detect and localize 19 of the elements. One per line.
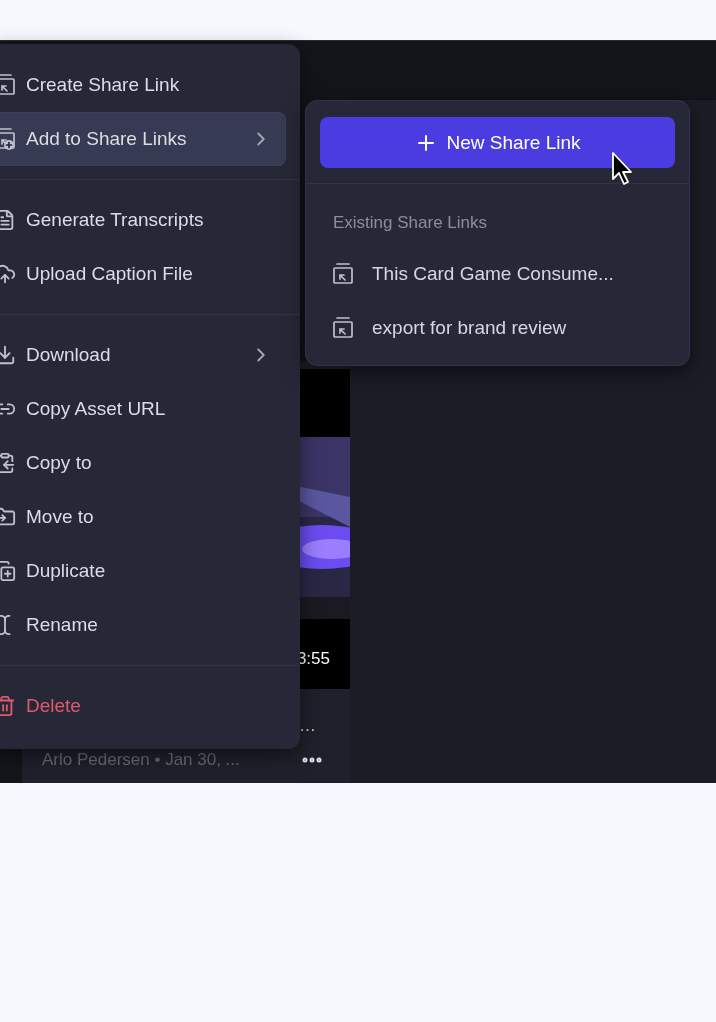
delete-icon [0,695,16,717]
menu-item[interactable]: Add to Share Links [0,112,286,166]
upload-icon [0,263,16,285]
asset-meta: Arlo Pedersen • Jan 30, ... [42,750,240,770]
share-link-item[interactable]: export for brand review [320,301,675,355]
mouse-pointer-icon [611,151,635,187]
share-link-icon [0,73,16,97]
asset-title: … [299,716,316,736]
new-share-link-button[interactable]: New Share Link [320,117,675,168]
share-link-item[interactable]: This Card Game Consume... [320,247,675,301]
share-link-icon [332,262,354,286]
share-link-icon [332,316,354,340]
transcript-icon [0,209,16,231]
duplicate-icon [0,560,16,582]
copy-icon [0,452,16,474]
add-share-link-icon [0,127,16,151]
section-title: Existing Share Links [332,213,489,233]
download-icon [0,344,16,366]
move-icon [0,506,16,528]
